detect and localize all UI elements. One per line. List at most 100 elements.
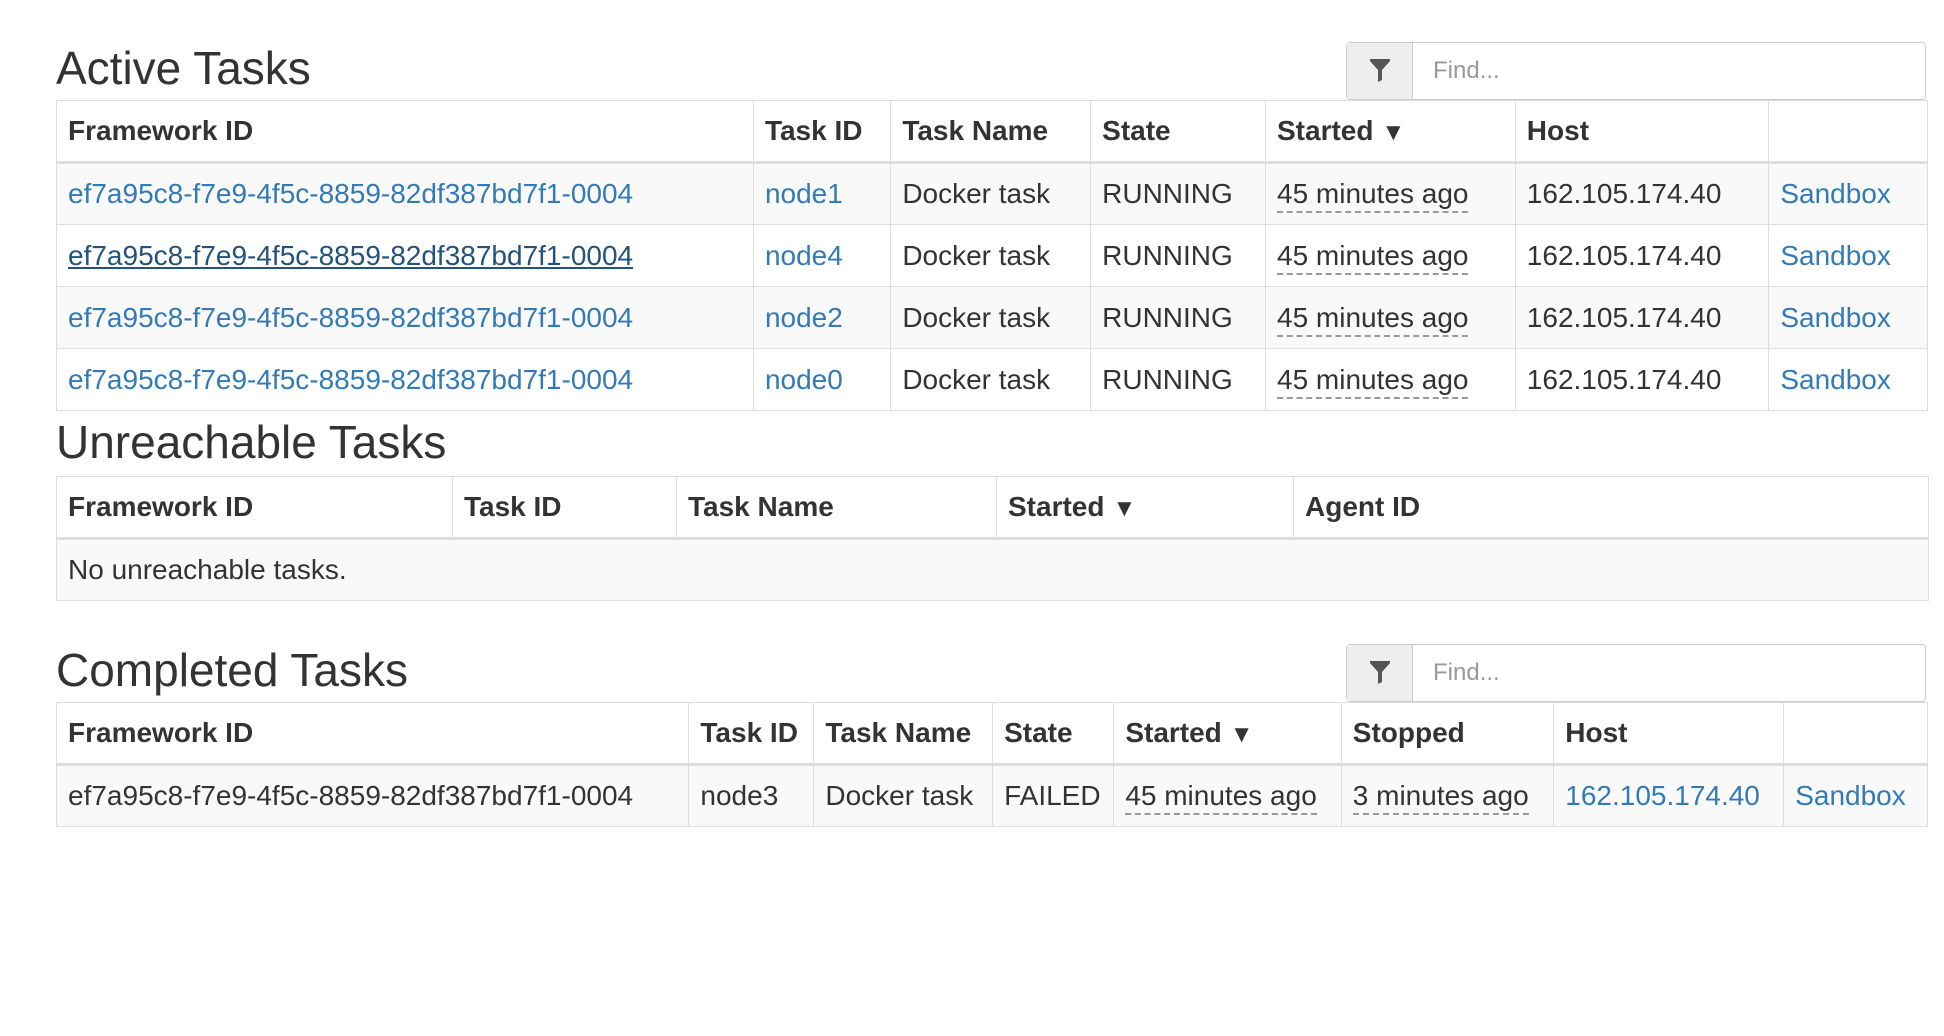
cell-sandbox: Sandbox — [1768, 348, 1928, 411]
active-tasks-title: Active Tasks — [56, 42, 311, 94]
completed-tasks-search-input[interactable] — [1413, 645, 1925, 701]
col-task-name[interactable]: Task Name — [890, 100, 1092, 164]
col-started-label: Started — [1125, 717, 1222, 748]
started-time: 45 minutes ago — [1277, 239, 1469, 275]
cell-task-id: node4 — [752, 224, 892, 287]
unreachable-tasks-header: Unreachable Tasks — [56, 416, 1926, 474]
col-host[interactable]: Host — [1514, 100, 1770, 164]
table-header-row: Framework ID Task ID Task Name State Sta… — [55, 702, 1928, 766]
table-row: ef7a95c8-f7e9-4f5c-8859-82df387bd7f1-000… — [56, 348, 1928, 411]
col-started[interactable]: Started ▼ — [1265, 100, 1516, 164]
col-actions — [1783, 702, 1928, 766]
cell-sandbox: Sandbox — [1768, 224, 1928, 287]
col-actions — [1768, 100, 1928, 164]
filter-icon — [1347, 645, 1413, 701]
tasks-page: Active Tasks Framework ID Task ID Task N… — [0, 0, 1944, 1036]
completed-tasks-filter — [1346, 644, 1926, 702]
task-id-link[interactable]: node0 — [765, 364, 843, 395]
col-started[interactable]: Started ▼ — [996, 476, 1294, 540]
framework-id-link[interactable]: ef7a95c8-f7e9-4f5c-8859-82df387bd7f1-000… — [68, 178, 633, 209]
col-started-label: Started — [1008, 491, 1105, 522]
col-host[interactable]: Host — [1553, 702, 1785, 766]
active-tasks-header: Active Tasks — [56, 42, 1926, 100]
task-id-link[interactable]: node2 — [765, 302, 843, 333]
empty-message: No unreachable tasks. — [56, 538, 1929, 601]
cell-state: RUNNING — [1090, 162, 1266, 225]
framework-id-link[interactable]: ef7a95c8-f7e9-4f5c-8859-82df387bd7f1-000… — [68, 364, 633, 395]
col-started-label: Started — [1277, 115, 1374, 146]
cell-task-name: Docker task — [890, 286, 1092, 349]
task-id-link[interactable]: node4 — [765, 240, 843, 271]
cell-started: 45 minutes ago — [1113, 764, 1342, 827]
sort-desc-icon: ▼ — [1381, 119, 1406, 146]
sort-desc-icon: ▼ — [1229, 721, 1254, 748]
col-task-name[interactable]: Task Name — [813, 702, 994, 766]
cell-host: 162.105.174.40 — [1514, 348, 1770, 411]
cell-task-id: node3 — [688, 764, 815, 827]
col-stopped[interactable]: Stopped — [1340, 702, 1555, 766]
sort-desc-icon: ▼ — [1112, 495, 1137, 522]
cell-started: 45 minutes ago — [1265, 348, 1516, 411]
col-state[interactable]: State — [992, 702, 1115, 766]
started-time: 45 minutes ago — [1277, 363, 1469, 399]
framework-id-link[interactable]: ef7a95c8-f7e9-4f5c-8859-82df387bd7f1-000… — [68, 240, 633, 271]
cell-framework-id: ef7a95c8-f7e9-4f5c-8859-82df387bd7f1-000… — [56, 162, 754, 225]
cell-framework-id: ef7a95c8-f7e9-4f5c-8859-82df387bd7f1-000… — [56, 286, 754, 349]
col-framework-id[interactable]: Framework ID — [56, 476, 453, 540]
table-header-row: Framework ID Task ID Task Name Started ▼ … — [56, 476, 1929, 540]
completed-tasks-header: Completed Tasks — [56, 644, 1926, 702]
host-link[interactable]: 162.105.174.40 — [1565, 780, 1760, 811]
started-time: 45 minutes ago — [1277, 301, 1469, 337]
table-row: ef7a95c8-f7e9-4f5c-8859-82df387bd7f1-000… — [56, 286, 1928, 349]
table-row: No unreachable tasks. — [56, 538, 1929, 601]
stopped-time: 3 minutes ago — [1352, 780, 1529, 815]
col-task-id[interactable]: Task ID — [452, 476, 677, 540]
col-framework-id[interactable]: Framework ID — [55, 702, 690, 766]
active-tasks-filter — [1346, 42, 1926, 100]
cell-started: 45 minutes ago — [1265, 224, 1516, 287]
sandbox-link[interactable]: Sandbox — [1780, 240, 1891, 271]
col-task-id[interactable]: Task ID — [688, 702, 815, 766]
started-time: 45 minutes ago — [1277, 178, 1469, 213]
cell-started: 45 minutes ago — [1265, 286, 1516, 349]
table-row: ef7a95c8-f7e9-4f5c-8859-82df387bd7f1-000… — [56, 224, 1928, 287]
cell-task-id: node2 — [752, 286, 892, 349]
active-tasks-search-input[interactable] — [1413, 43, 1925, 99]
cell-host: 162.105.174.40 — [1514, 224, 1770, 287]
cell-host: 162.105.174.40 — [1553, 764, 1785, 827]
cell-task-name: Docker task — [890, 348, 1092, 411]
cell-stopped: 3 minutes ago — [1340, 764, 1555, 827]
col-task-name[interactable]: Task Name — [676, 476, 997, 540]
cell-task-name: Docker task — [890, 224, 1092, 287]
table-row: ef7a95c8-f7e9-4f5c-8859-82df387bd7f1-000… — [56, 162, 1928, 225]
cell-framework-id: ef7a95c8-f7e9-4f5c-8859-82df387bd7f1-000… — [56, 348, 754, 411]
cell-state: RUNNING — [1090, 286, 1266, 349]
sandbox-link[interactable]: Sandbox — [1780, 364, 1891, 395]
cell-sandbox: Sandbox — [1768, 162, 1928, 225]
col-framework-id[interactable]: Framework ID — [56, 100, 754, 164]
sandbox-link[interactable]: Sandbox — [1795, 780, 1906, 811]
cell-framework-id: ef7a95c8-f7e9-4f5c-8859-82df387bd7f1-000… — [56, 224, 754, 287]
cell-host: 162.105.174.40 — [1514, 162, 1770, 225]
completed-tasks-title: Completed Tasks — [56, 644, 408, 696]
cell-started: 45 minutes ago — [1265, 162, 1516, 225]
col-started[interactable]: Started ▼ — [1113, 702, 1342, 766]
cell-framework-id: ef7a95c8-f7e9-4f5c-8859-82df387bd7f1-000… — [55, 764, 690, 827]
unreachable-tasks-table: Framework ID Task ID Task Name Started ▼ … — [56, 476, 1929, 601]
cell-task-name: Docker task — [813, 764, 994, 827]
cell-state: FAILED — [992, 764, 1115, 827]
col-state[interactable]: State — [1090, 100, 1266, 164]
col-task-id[interactable]: Task ID — [752, 100, 892, 164]
table-row: ef7a95c8-f7e9-4f5c-8859-82df387bd7f1-000… — [55, 764, 1928, 827]
sandbox-link[interactable]: Sandbox — [1780, 302, 1891, 333]
filter-icon — [1347, 43, 1413, 99]
cell-sandbox: Sandbox — [1768, 286, 1928, 349]
cell-task-id: node1 — [752, 162, 892, 225]
framework-id-link[interactable]: ef7a95c8-f7e9-4f5c-8859-82df387bd7f1-000… — [68, 302, 633, 333]
cell-task-id: node0 — [752, 348, 892, 411]
cell-state: RUNNING — [1090, 348, 1266, 411]
col-agent-id[interactable]: Agent ID — [1293, 476, 1929, 540]
sandbox-link[interactable]: Sandbox — [1780, 178, 1891, 209]
task-id-link[interactable]: node1 — [765, 178, 843, 209]
cell-task-name: Docker task — [890, 162, 1092, 225]
